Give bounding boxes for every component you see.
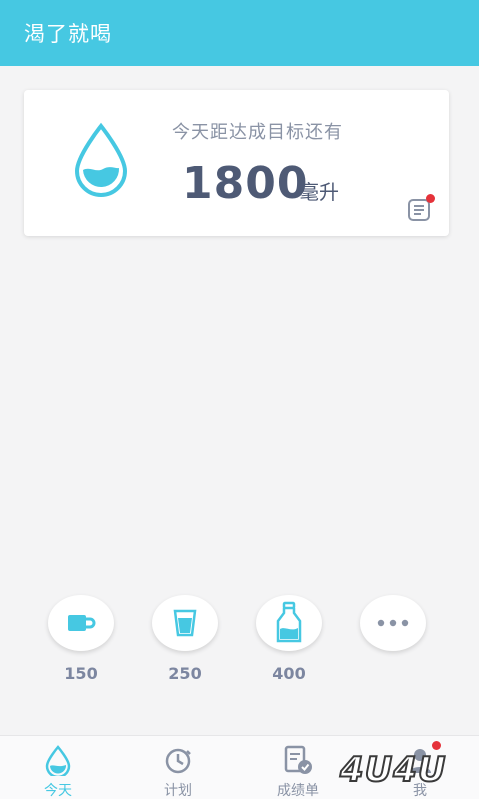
tab-plan-label: 计划 xyxy=(164,783,192,799)
goal-unit: 毫升 xyxy=(299,180,339,204)
tab-report[interactable]: 成绩单 xyxy=(258,736,338,799)
add-250-button[interactable] xyxy=(152,595,218,651)
glass-icon xyxy=(173,609,197,637)
mug-icon xyxy=(68,615,96,631)
app-bar: 渴了就喝 xyxy=(0,0,479,66)
bottle-icon xyxy=(276,601,302,643)
tab-today[interactable]: 今天 xyxy=(18,736,98,799)
drop-icon xyxy=(45,745,71,776)
tab-plan[interactable]: 计划 xyxy=(138,736,218,799)
goal-amount: 1800 xyxy=(182,158,309,209)
cup-label-400: 400 xyxy=(272,664,306,683)
water-drop-icon xyxy=(74,122,128,197)
add-150-button[interactable] xyxy=(48,595,114,651)
add-400-button[interactable] xyxy=(256,595,322,651)
me-notification-dot xyxy=(432,741,441,750)
cup-label-250: 250 xyxy=(168,664,202,683)
tab-today-label: 今天 xyxy=(44,783,72,799)
cup-label-150: 150 xyxy=(64,664,98,683)
more-options-button[interactable] xyxy=(360,595,426,651)
goal-card: 今天距达成目标还有 1800 毫升 xyxy=(24,90,449,236)
tab-report-label: 成绩单 xyxy=(277,783,319,799)
report-icon xyxy=(284,745,312,774)
clock-icon xyxy=(165,748,191,774)
watermark-logo: 4U4U xyxy=(339,749,447,791)
notification-dot xyxy=(426,194,435,203)
app-title: 渴了就喝 xyxy=(24,22,112,46)
goal-caption: 今天距达成目标还有 xyxy=(172,122,343,143)
more-icon xyxy=(377,619,409,627)
